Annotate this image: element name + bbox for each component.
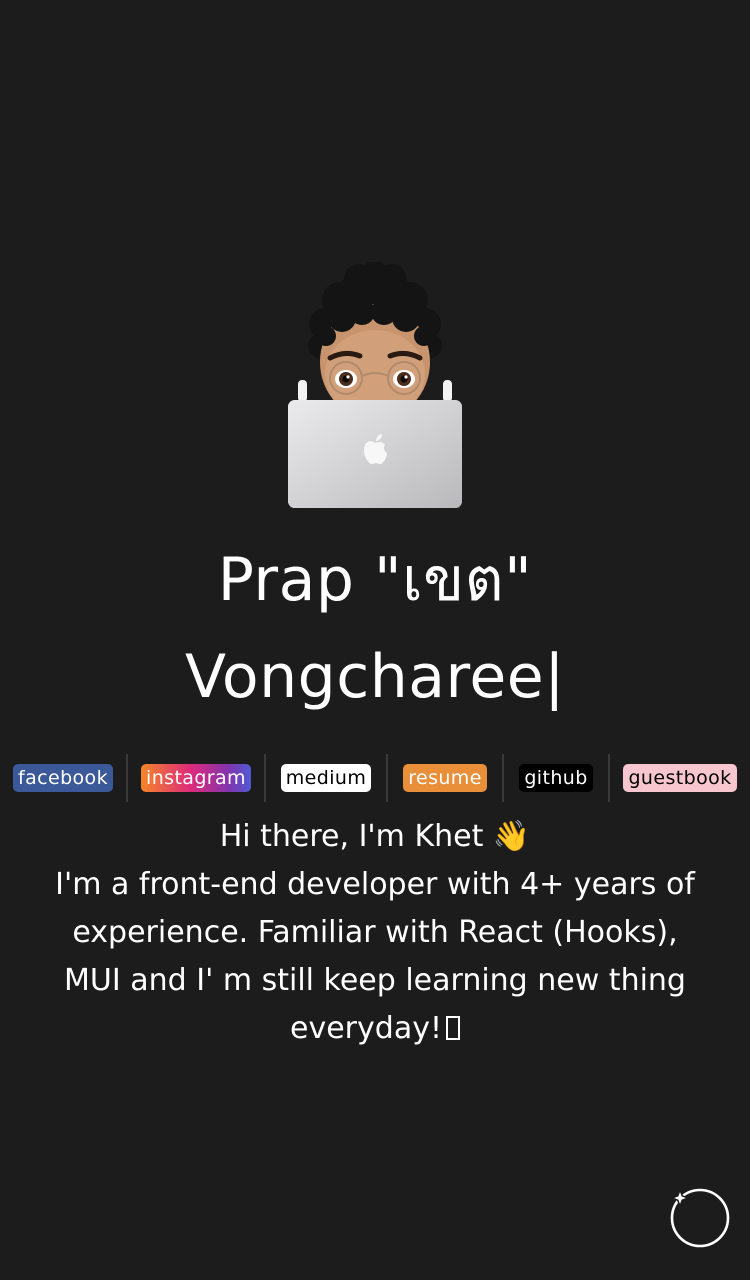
page-title: Prap "เขต" Vongcharee| <box>0 532 750 726</box>
moon-star-icon[interactable] <box>668 1186 732 1250</box>
link-medium[interactable]: medium <box>266 754 386 802</box>
link-instagram[interactable]: instagram <box>128 754 264 802</box>
missing-glyph-icon <box>445 1016 460 1040</box>
intro-body: I'm a front-end developer with 4+ years … <box>55 867 695 1046</box>
profile-page: Prap "เขต" Vongcharee| facebook instagra… <box>0 0 750 1280</box>
greeting: Hi there, I'm Khet <box>219 819 484 854</box>
last-name: Vongcharee <box>185 642 545 712</box>
github-badge[interactable]: github <box>519 764 593 792</box>
social-links: facebook instagram medium resume github … <box>0 748 750 808</box>
medium-badge[interactable]: medium <box>280 764 372 792</box>
link-github[interactable]: github <box>504 754 608 802</box>
guestbook-badge[interactable]: guestbook <box>623 764 737 792</box>
memoji-laptop-icon <box>288 262 462 508</box>
link-resume[interactable]: resume <box>388 754 502 802</box>
nickname: "เขต" <box>374 545 533 615</box>
first-name: Prap <box>217 545 355 615</box>
wave-emoji-icon: 👋 <box>492 819 531 854</box>
resume-badge[interactable]: resume <box>403 764 487 792</box>
link-facebook[interactable]: facebook <box>0 754 126 802</box>
instagram-badge[interactable]: instagram <box>141 764 251 792</box>
typing-cursor: | <box>544 642 565 712</box>
facebook-badge[interactable]: facebook <box>13 764 113 792</box>
intro-text: Hi there, I'm Khet 👋 I'm a front-end dev… <box>40 813 710 1053</box>
link-guestbook[interactable]: guestbook <box>610 754 750 802</box>
